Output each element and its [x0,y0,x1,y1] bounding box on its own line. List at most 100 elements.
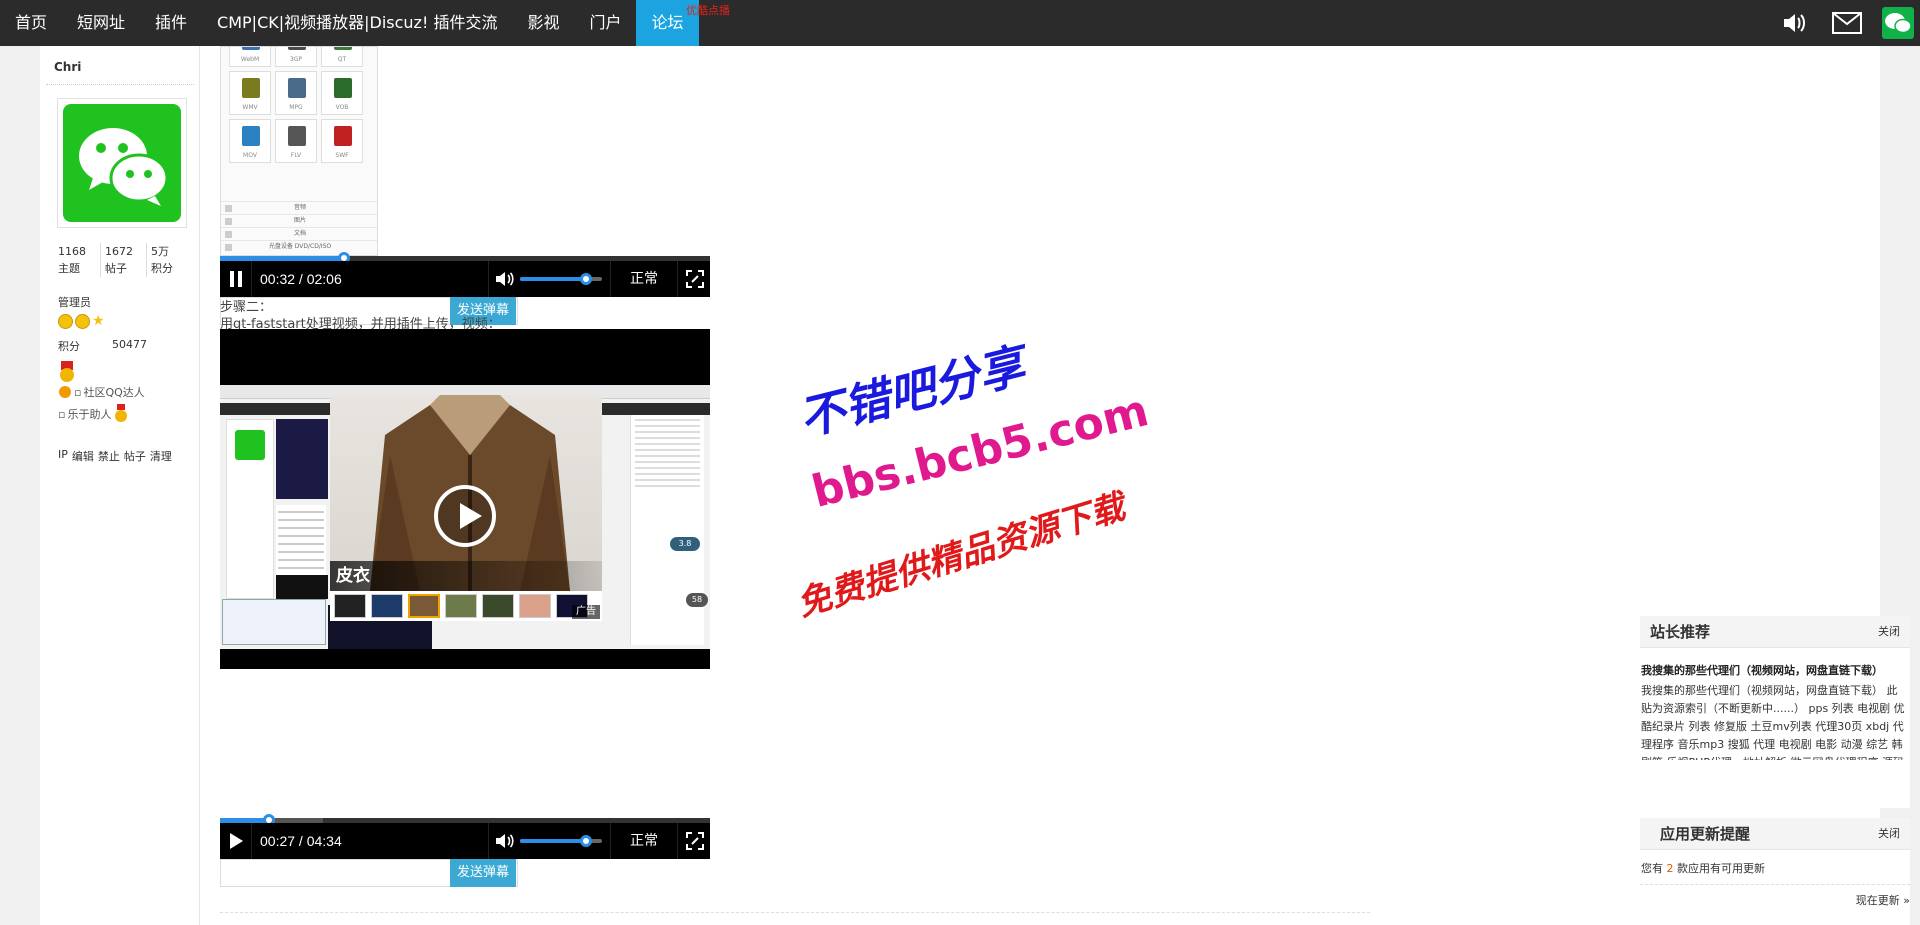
update-title: 应用更新提醒 [1660,825,1751,843]
pause-button[interactable] [220,261,252,297]
file-type-label: QT [337,56,347,63]
frame-right-panel [630,415,704,645]
video-player-2[interactable]: 3.8 58 皮衣 广告 [220,329,710,669]
ad-thumb[interactable] [482,594,514,618]
pause-icon [229,271,242,287]
author-name[interactable]: Chri [54,60,81,74]
video-frame: 3.8 58 皮衣 广告 [220,385,710,649]
ad-thumb[interactable] [445,594,477,618]
update-message: 您有 2 款应用有可用更新 [1641,860,1765,876]
volume-button[interactable] [488,823,520,859]
player2-controls: 00:27 / 04:34 正常 [220,823,710,859]
ad-thumb[interactable] [334,594,366,618]
mail-icon[interactable] [1830,6,1864,40]
page-wrapper: Chri 1168 主题 1672 帖子 5万 积分 管理员 ★ 积分 5047… [40,46,1880,925]
nav-item[interactable]: 影视 [512,0,574,46]
medal-helper-alt[interactable]: 乐于助人 [67,406,111,422]
divider [220,912,1370,913]
speed-button[interactable]: 正常 [610,261,678,297]
send-danmu-button[interactable]: 发送弹幕 [450,859,516,887]
medal-sun-icon[interactable] [113,404,129,424]
file-type-label: SWF [335,152,349,159]
wechat-icon[interactable] [1882,7,1914,39]
ad-overlay[interactable]: 皮衣 广告 [330,395,602,621]
recommend-headline[interactable]: 我搜集的那些代理们（视频网站，网盘直链下载） [1641,662,1883,678]
nav-item[interactable]: CMP|CK|视频播放器|Discuz! 插件交流 [202,0,512,46]
fullscreen-button[interactable] [680,261,710,297]
frame-avatar [235,430,265,460]
ad-label: 广告 [572,605,600,619]
update-now-link[interactable]: 现在更新 » [1856,892,1910,908]
frame-terminal [276,575,328,599]
frame-badge: 58 [686,593,708,607]
stat-value: 1672 [105,245,133,258]
update-prefix: 您有 [1641,862,1663,875]
volume-button[interactable] [488,261,520,297]
level-icons: ★ [58,314,105,329]
player2-time: 00:27 / 04:34 [260,833,342,849]
post-image-filetypes[interactable]: WebM 3GP QT WMV MPG VOB MOV FLV SWF 音频 图片 文档 光盘设备 D… [220,46,378,256]
volume-slider[interactable] [520,835,602,847]
file-type-cell: MOV [229,119,271,163]
file-category-row: 音频 [221,201,377,214]
avatar-frame[interactable] [57,98,187,228]
speed-button[interactable]: 正常 [610,823,678,859]
stat-threads[interactable]: 1168 主题 [54,243,100,277]
ad-thumb[interactable] [371,594,403,618]
stat-value: 5万 [151,245,169,258]
nav-item[interactable]: 门户 [574,0,636,46]
update-close-button[interactable]: 关闭 [1878,818,1900,850]
recommend-body[interactable]: 我搜集的那些代理们（视频网站，网盘直链下载） 此贴为资源索引（不断更新中....… [1641,682,1907,760]
stat-credits[interactable]: 5万 积分 [146,243,192,277]
author-role[interactable]: 管理员 [58,294,91,310]
medal-small-icon[interactable] [58,385,72,399]
admin-action-link[interactable]: 禁止 [98,448,120,464]
file-category-list: 音频 图片 文档 光盘设备 DVD/CD/ISO [221,201,377,253]
volume-fill [520,839,586,843]
admin-action-link[interactable]: 清理 [150,448,172,464]
volume-icon [495,272,514,286]
medal-row-helper: ▫ 乐于助人 [58,404,129,424]
file-type-icon [242,47,260,50]
admin-action-link[interactable]: IP [58,448,68,464]
broken-image-icon: ▫ [58,407,66,421]
medal-icon[interactable] [58,361,76,383]
volume-slider[interactable] [520,273,602,285]
nav-item[interactable]: 首页 [0,0,62,46]
nav-item[interactable]: 短网址 [62,0,140,46]
admin-action-link[interactable]: 编辑 [72,448,94,464]
file-category-row: 文档 [221,227,377,240]
medal-qq-alt[interactable]: 社区QQ达人 [83,384,144,400]
file-type-grid: WebM 3GP QT WMV MPG VOB MOV FLV SWF [229,47,363,163]
file-type-icon [288,126,306,146]
ad-thumb[interactable] [519,594,551,618]
speaker-icon[interactable] [1778,6,1812,40]
recommend-header: 站长推荐 关闭 [1640,616,1910,648]
medal-row-qq: ▫ 社区QQ达人 [58,384,145,400]
stat-label: 主题 [58,262,80,275]
credit-label: 积分 [58,340,80,353]
admin-action-link[interactable]: 帖子 [124,448,146,464]
file-type-label: MOV [243,152,257,159]
recommend-close-button[interactable]: 关闭 [1878,616,1900,648]
nav-item[interactable]: 插件 [140,0,202,46]
volume-handle[interactable] [579,273,592,285]
volume-icon [495,834,514,848]
volume-handle[interactable] [579,835,592,847]
player1-controls: 00:32 / 02:06 正常 [220,261,710,297]
fullscreen-button[interactable] [680,823,710,859]
play-button[interactable] [220,823,252,859]
admin-actions: IP 编辑 禁止 帖子 清理 [58,448,172,464]
post-content: WebM 3GP QT WMV MPG VOB MOV FLV SWF 音频 图片 文档 光盘设备 D… [220,46,1370,925]
author-stats: 1168 主题 1672 帖子 5万 积分 [54,243,192,277]
stat-posts[interactable]: 1672 帖子 [100,243,146,277]
file-type-label: WebM [240,56,260,63]
author-sidebar: Chri 1168 主题 1672 帖子 5万 积分 管理员 ★ 积分 5047… [40,46,200,925]
broken-image-icon: ▫ [74,385,82,399]
file-type-cell: QT [321,47,363,67]
avatar[interactable] [63,104,181,222]
ad-thumb[interactable] [408,594,440,618]
credit-row: 积分 50477 [58,338,147,354]
ad-play-button[interactable] [434,485,496,547]
credit-value: 50477 [112,338,147,351]
